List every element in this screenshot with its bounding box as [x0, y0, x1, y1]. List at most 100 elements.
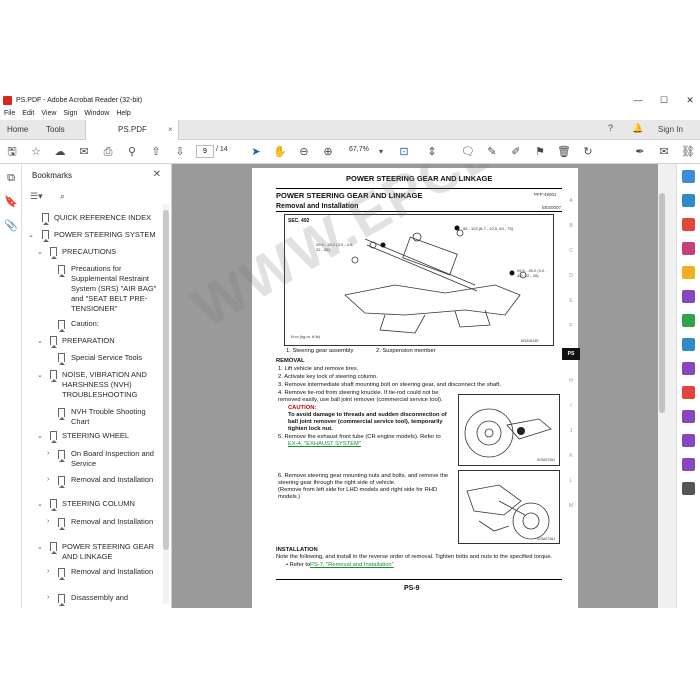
page-thumbnails-icon[interactable]: ⧉: [3, 170, 19, 186]
chevron-right-icon[interactable]: ›: [47, 568, 49, 575]
chevron-right-icon[interactable]: ›: [47, 450, 49, 457]
scan-ocr-icon[interactable]: [682, 338, 695, 351]
organize-pages-icon[interactable]: [682, 314, 695, 327]
hand-tool-icon[interactable]: ✋: [272, 144, 288, 160]
chevron-down-icon[interactable]: ⌄: [37, 248, 43, 256]
bookmark-item[interactable]: Removal and Installation: [71, 475, 157, 485]
prepare-form-icon[interactable]: [682, 434, 695, 447]
menu-edit[interactable]: Edit: [22, 110, 34, 117]
create-pdf-icon[interactable]: [682, 218, 695, 231]
menu-sign[interactable]: Sign: [63, 110, 77, 117]
chevron-down-icon[interactable]: ⌄: [37, 371, 43, 379]
scroll-mode-icon[interactable]: ⇕: [424, 144, 440, 160]
bookmark-item[interactable]: Removal and Installation: [71, 517, 157, 527]
bookmark-item[interactable]: Disassembly and: [71, 593, 157, 603]
side-tab-k: K: [569, 453, 573, 459]
bookmark-item[interactable]: Special Service Tools: [71, 353, 157, 363]
sign-icon[interactable]: ✒: [632, 144, 648, 160]
maximize-button[interactable]: ☐: [650, 93, 678, 107]
print-icon[interactable]: ⎙: [100, 144, 116, 160]
export-pdf-icon[interactable]: [682, 194, 695, 207]
chevron-down-icon[interactable]: ⌄: [37, 432, 43, 440]
bookmark-item[interactable]: Caution:: [71, 319, 157, 329]
bookmark-star-icon[interactable]: ☆: [28, 144, 44, 160]
help-icon[interactable]: ?: [608, 123, 613, 133]
chevron-right-icon[interactable]: ›: [47, 518, 49, 525]
bookmark-search-icon[interactable]: ⌕: [60, 191, 65, 202]
bookmark-options-icon[interactable]: ☰▾: [30, 191, 43, 202]
bookmarks-scroll-thumb[interactable]: [163, 210, 169, 550]
chevron-right-icon[interactable]: ›: [47, 594, 49, 601]
comment-icon[interactable]: 🗨: [460, 144, 476, 160]
search-tool-icon[interactable]: [682, 170, 695, 183]
bookmark-item[interactable]: POWER STEERING GEAR AND LINKAGE: [62, 542, 157, 562]
bookmark-item[interactable]: QUICK REFERENCE INDEX: [54, 213, 159, 223]
combine-files-icon[interactable]: [682, 290, 695, 303]
side-tab-f: F: [569, 323, 573, 329]
delete-icon[interactable]: 🗑: [556, 144, 572, 160]
select-cursor-icon[interactable]: ➤: [248, 144, 264, 160]
stamp-icon[interactable]: ⚑: [532, 144, 548, 160]
bell-icon[interactable]: 🔔: [632, 123, 643, 134]
chevron-down-icon[interactable]: ⌄: [37, 500, 43, 508]
bookmark-item[interactable]: NVH Trouble Shooting Chart: [71, 407, 157, 427]
chevron-right-icon[interactable]: ›: [47, 476, 49, 483]
sign-in-button[interactable]: Sign In: [658, 125, 683, 134]
bookmark-item[interactable]: On Board Inspection and Service: [71, 449, 157, 469]
bookmarks-icon[interactable]: 🔖: [3, 194, 19, 210]
fit-page-icon[interactable]: ⊡: [396, 144, 412, 160]
installation-link[interactable]: PS-7, "Removal and Installation": [310, 562, 394, 569]
zoom-dropdown-icon[interactable]: ▾: [373, 144, 389, 160]
bookmark-item[interactable]: PRECAUTIONS: [62, 247, 157, 257]
menu-window[interactable]: Window: [84, 110, 109, 117]
bookmarks-close-button[interactable]: ✕: [153, 169, 161, 180]
chevron-down-icon[interactable]: ⌄: [37, 543, 43, 551]
menu-file[interactable]: File: [4, 110, 15, 117]
share-mail-icon[interactable]: ✉: [656, 144, 672, 160]
bookmark-icon: [50, 431, 57, 443]
zoom-level[interactable]: 67,7%: [349, 146, 369, 153]
close-window-button[interactable]: ✕: [676, 93, 700, 107]
rotate-icon[interactable]: ↻: [580, 144, 596, 160]
certificates-icon[interactable]: [682, 458, 695, 471]
bookmark-icon: [42, 213, 49, 225]
tab-document[interactable]: PS.PDF: [85, 120, 179, 140]
document-scroll-thumb[interactable]: [659, 193, 665, 413]
bookmark-item[interactable]: POWER STEERING SYSTEM: [54, 230, 159, 240]
more-tools-icon[interactable]: [682, 482, 695, 495]
email-icon[interactable]: ✉: [76, 144, 92, 160]
share-link-icon[interactable]: ⛓: [680, 144, 696, 160]
tab-close-button[interactable]: ×: [168, 120, 173, 140]
highlight-pen-icon[interactable]: ✎: [484, 144, 500, 160]
chevron-down-icon[interactable]: ⌄: [28, 231, 34, 239]
previous-page-icon[interactable]: ⇧: [148, 144, 164, 160]
search-icon[interactable]: ⚲: [124, 144, 140, 160]
protect-icon[interactable]: [682, 386, 695, 399]
tab-home[interactable]: Home: [7, 120, 28, 140]
comment-tool-icon[interactable]: [682, 266, 695, 279]
chevron-down-icon[interactable]: ⌄: [37, 337, 43, 345]
attachments-icon[interactable]: 📎: [3, 218, 19, 234]
draw-icon[interactable]: ✐: [508, 144, 524, 160]
tab-tools[interactable]: Tools: [46, 120, 65, 140]
bookmark-item[interactable]: Removal and Installation: [71, 567, 157, 577]
bookmark-item[interactable]: STEERING WHEEL: [62, 431, 157, 441]
bookmark-item[interactable]: STEERING COLUMN: [62, 499, 157, 509]
menu-help[interactable]: Help: [116, 110, 130, 117]
exhaust-system-link[interactable]: EX-4, "EXHAUST SYSTEM": [288, 441, 361, 448]
bookmark-item[interactable]: PREPARATION: [62, 336, 157, 346]
page-number-input[interactable]: 9: [196, 145, 214, 158]
bookmark-item[interactable]: Precautions for Supplemental Restraint S…: [71, 264, 157, 314]
zoom-out-icon[interactable]: ⊖: [296, 144, 312, 160]
installation-heading: INSTALLATION: [276, 547, 318, 553]
bookmark-item[interactable]: NOISE, VIBRATION AND HARSHNESS (NVH) TRO…: [62, 370, 157, 400]
edit-pdf-icon[interactable]: [682, 242, 695, 255]
minimize-button[interactable]: —: [624, 93, 652, 107]
upload-cloud-icon[interactable]: ☁: [52, 144, 68, 160]
send-for-signature-icon[interactable]: [682, 410, 695, 423]
zoom-in-icon[interactable]: ⊕: [320, 144, 336, 160]
next-page-icon[interactable]: ⇩: [172, 144, 188, 160]
menu-view[interactable]: View: [41, 110, 56, 117]
save-icon[interactable]: 🖫: [4, 144, 20, 160]
fill-sign-icon[interactable]: [682, 362, 695, 375]
